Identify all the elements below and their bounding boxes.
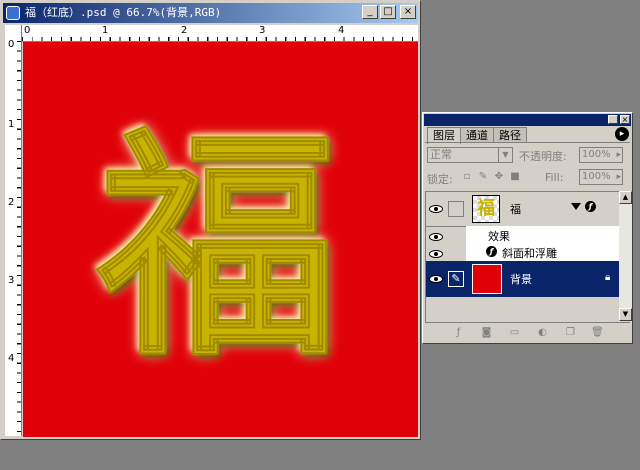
opacity-field[interactable]: 100% ▸ <box>579 147 623 163</box>
layer-row-background[interactable]: ✎ 背景 🔒︎ <box>426 261 619 297</box>
ruler-top-label: 4 <box>338 25 345 36</box>
lock-transparency-icon[interactable]: ▫ <box>462 172 472 182</box>
layer-name[interactable]: 福 <box>510 201 521 217</box>
effects-label: 效果 <box>488 230 510 243</box>
fill-label: Fill: <box>545 171 564 184</box>
chevron-right-icon[interactable]: ▸ <box>616 170 621 184</box>
lock-all-icon[interactable]: ■ <box>510 172 520 182</box>
new-set-icon[interactable]: ▭ <box>509 327 520 338</box>
tab-divider <box>425 142 630 143</box>
paintbrush-icon[interactable]: ✎ <box>448 271 464 287</box>
document-window: 福（红底）.psd @ 66.7%(背景,RGB) _ □ × 0 1 2 3 … <box>0 0 421 440</box>
document-titlebar[interactable]: 福（红底）.psd @ 66.7%(背景,RGB) _ □ × <box>3 3 418 23</box>
opacity-value: 100% <box>582 149 611 160</box>
new-layer-icon[interactable]: ❐ <box>565 327 576 338</box>
ruler-top-label: 2 <box>181 25 188 36</box>
layer-thumbnail: 福 <box>472 195 500 223</box>
link-toggle[interactable] <box>448 201 464 217</box>
image-canvas[interactable]: 福 <box>23 42 418 437</box>
fill-value: 100% <box>582 171 611 182</box>
ruler-top-label: 0 <box>24 25 31 36</box>
chevron-right-icon[interactable]: ▸ <box>616 148 621 162</box>
lock-icon: 🔒︎ <box>605 272 611 283</box>
maximize-button[interactable]: □ <box>380 5 396 19</box>
ruler-left-label: 2 <box>8 197 15 208</box>
tab-paths[interactable]: 路径 <box>493 127 527 143</box>
add-style-icon[interactable]: ƒ <box>453 327 464 338</box>
ruler-top-label: 1 <box>102 25 109 36</box>
palette-menu-button[interactable]: ▸ <box>615 127 629 141</box>
layer-effects-icon: ƒ <box>585 201 596 212</box>
palette-tabs: 图层 通道 路径 <box>427 127 527 144</box>
add-mask-icon[interactable]: ◙ <box>481 327 492 338</box>
ruler-horizontal[interactable]: 0 1 2 3 4 <box>22 25 418 42</box>
lock-row: 锁定: ▫ ✎ ✥ ■ Fill: 100% ▸ <box>427 169 628 187</box>
chevron-down-icon: ▼ <box>498 148 512 162</box>
lock-position-icon[interactable]: ✥ <box>494 172 504 182</box>
fill-field[interactable]: 100% ▸ <box>579 169 623 185</box>
opacity-label: 不透明度: <box>519 150 567 163</box>
bevel-emboss-label: 斜面和浮雕 <box>502 247 557 260</box>
document-title: 福（红底）.psd @ 66.7%(背景,RGB) <box>25 6 222 19</box>
blend-mode-select[interactable]: 正常 ▼ <box>427 147 513 163</box>
layer-list-scrollbar[interactable]: ▲ ▼ <box>619 191 632 321</box>
effects-expand-icon[interactable] <box>571 203 581 210</box>
fu-character-artwork: 福 <box>97 105 339 389</box>
effect-icon: ƒ <box>486 246 497 257</box>
scroll-up-button[interactable]: ▲ <box>619 191 632 204</box>
photoshop-document-icon <box>6 6 20 20</box>
effects-row[interactable]: 效果 <box>466 226 619 244</box>
ruler-vertical[interactable]: 0 1 2 3 4 <box>5 39 22 436</box>
lock-label: 锁定: <box>427 173 453 186</box>
eye-icon[interactable] <box>429 250 443 258</box>
eye-icon[interactable] <box>429 233 443 241</box>
adjustment-layer-icon[interactable]: ◐ <box>537 327 548 338</box>
lock-image-icon[interactable]: ✎ <box>478 172 488 182</box>
thumbnail-character: 福 <box>477 198 495 219</box>
tab-channels[interactable]: 通道 <box>460 127 494 143</box>
close-button[interactable]: × <box>400 5 416 19</box>
layer-list: 福 福 ƒ 效果 ƒ 斜面和浮雕 ✎ 背景 🔒︎ <box>425 191 620 323</box>
layer-row-fu[interactable]: 福 福 ƒ <box>426 192 619 227</box>
bevel-emboss-row[interactable]: ƒ 斜面和浮雕 <box>466 243 619 261</box>
blend-row: 正常 ▼ 不透明度: 100% ▸ <box>427 147 628 165</box>
palette-footer: ƒ ◙ ▭ ◐ ❐ 🗑︎ <box>425 322 630 341</box>
scroll-down-button[interactable]: ▼ <box>619 308 632 321</box>
eye-icon[interactable] <box>429 275 443 283</box>
blend-mode-value: 正常 <box>430 148 452 161</box>
palette-titlebar[interactable]: × <box>424 114 631 126</box>
layer-thumbnail <box>472 264 502 294</box>
eye-icon[interactable] <box>429 205 443 213</box>
palette-close-button[interactable]: × <box>620 115 630 124</box>
ruler-left-label: 4 <box>8 353 15 364</box>
ruler-left-label: 3 <box>8 275 15 286</box>
layers-palette: × 图层 通道 路径 ▸ 正常 ▼ 不透明度: 100% ▸ 锁定: ▫ ✎ ✥… <box>422 112 633 344</box>
trash-icon[interactable]: 🗑︎ <box>591 327 604 338</box>
ruler-left-label: 1 <box>8 119 15 130</box>
ruler-left-label: 0 <box>8 39 15 50</box>
minimize-button[interactable]: _ <box>362 5 378 19</box>
ruler-top-label: 3 <box>259 25 266 36</box>
palette-minimize-button[interactable] <box>608 115 618 124</box>
layer-name[interactable]: 背景 <box>510 271 532 287</box>
